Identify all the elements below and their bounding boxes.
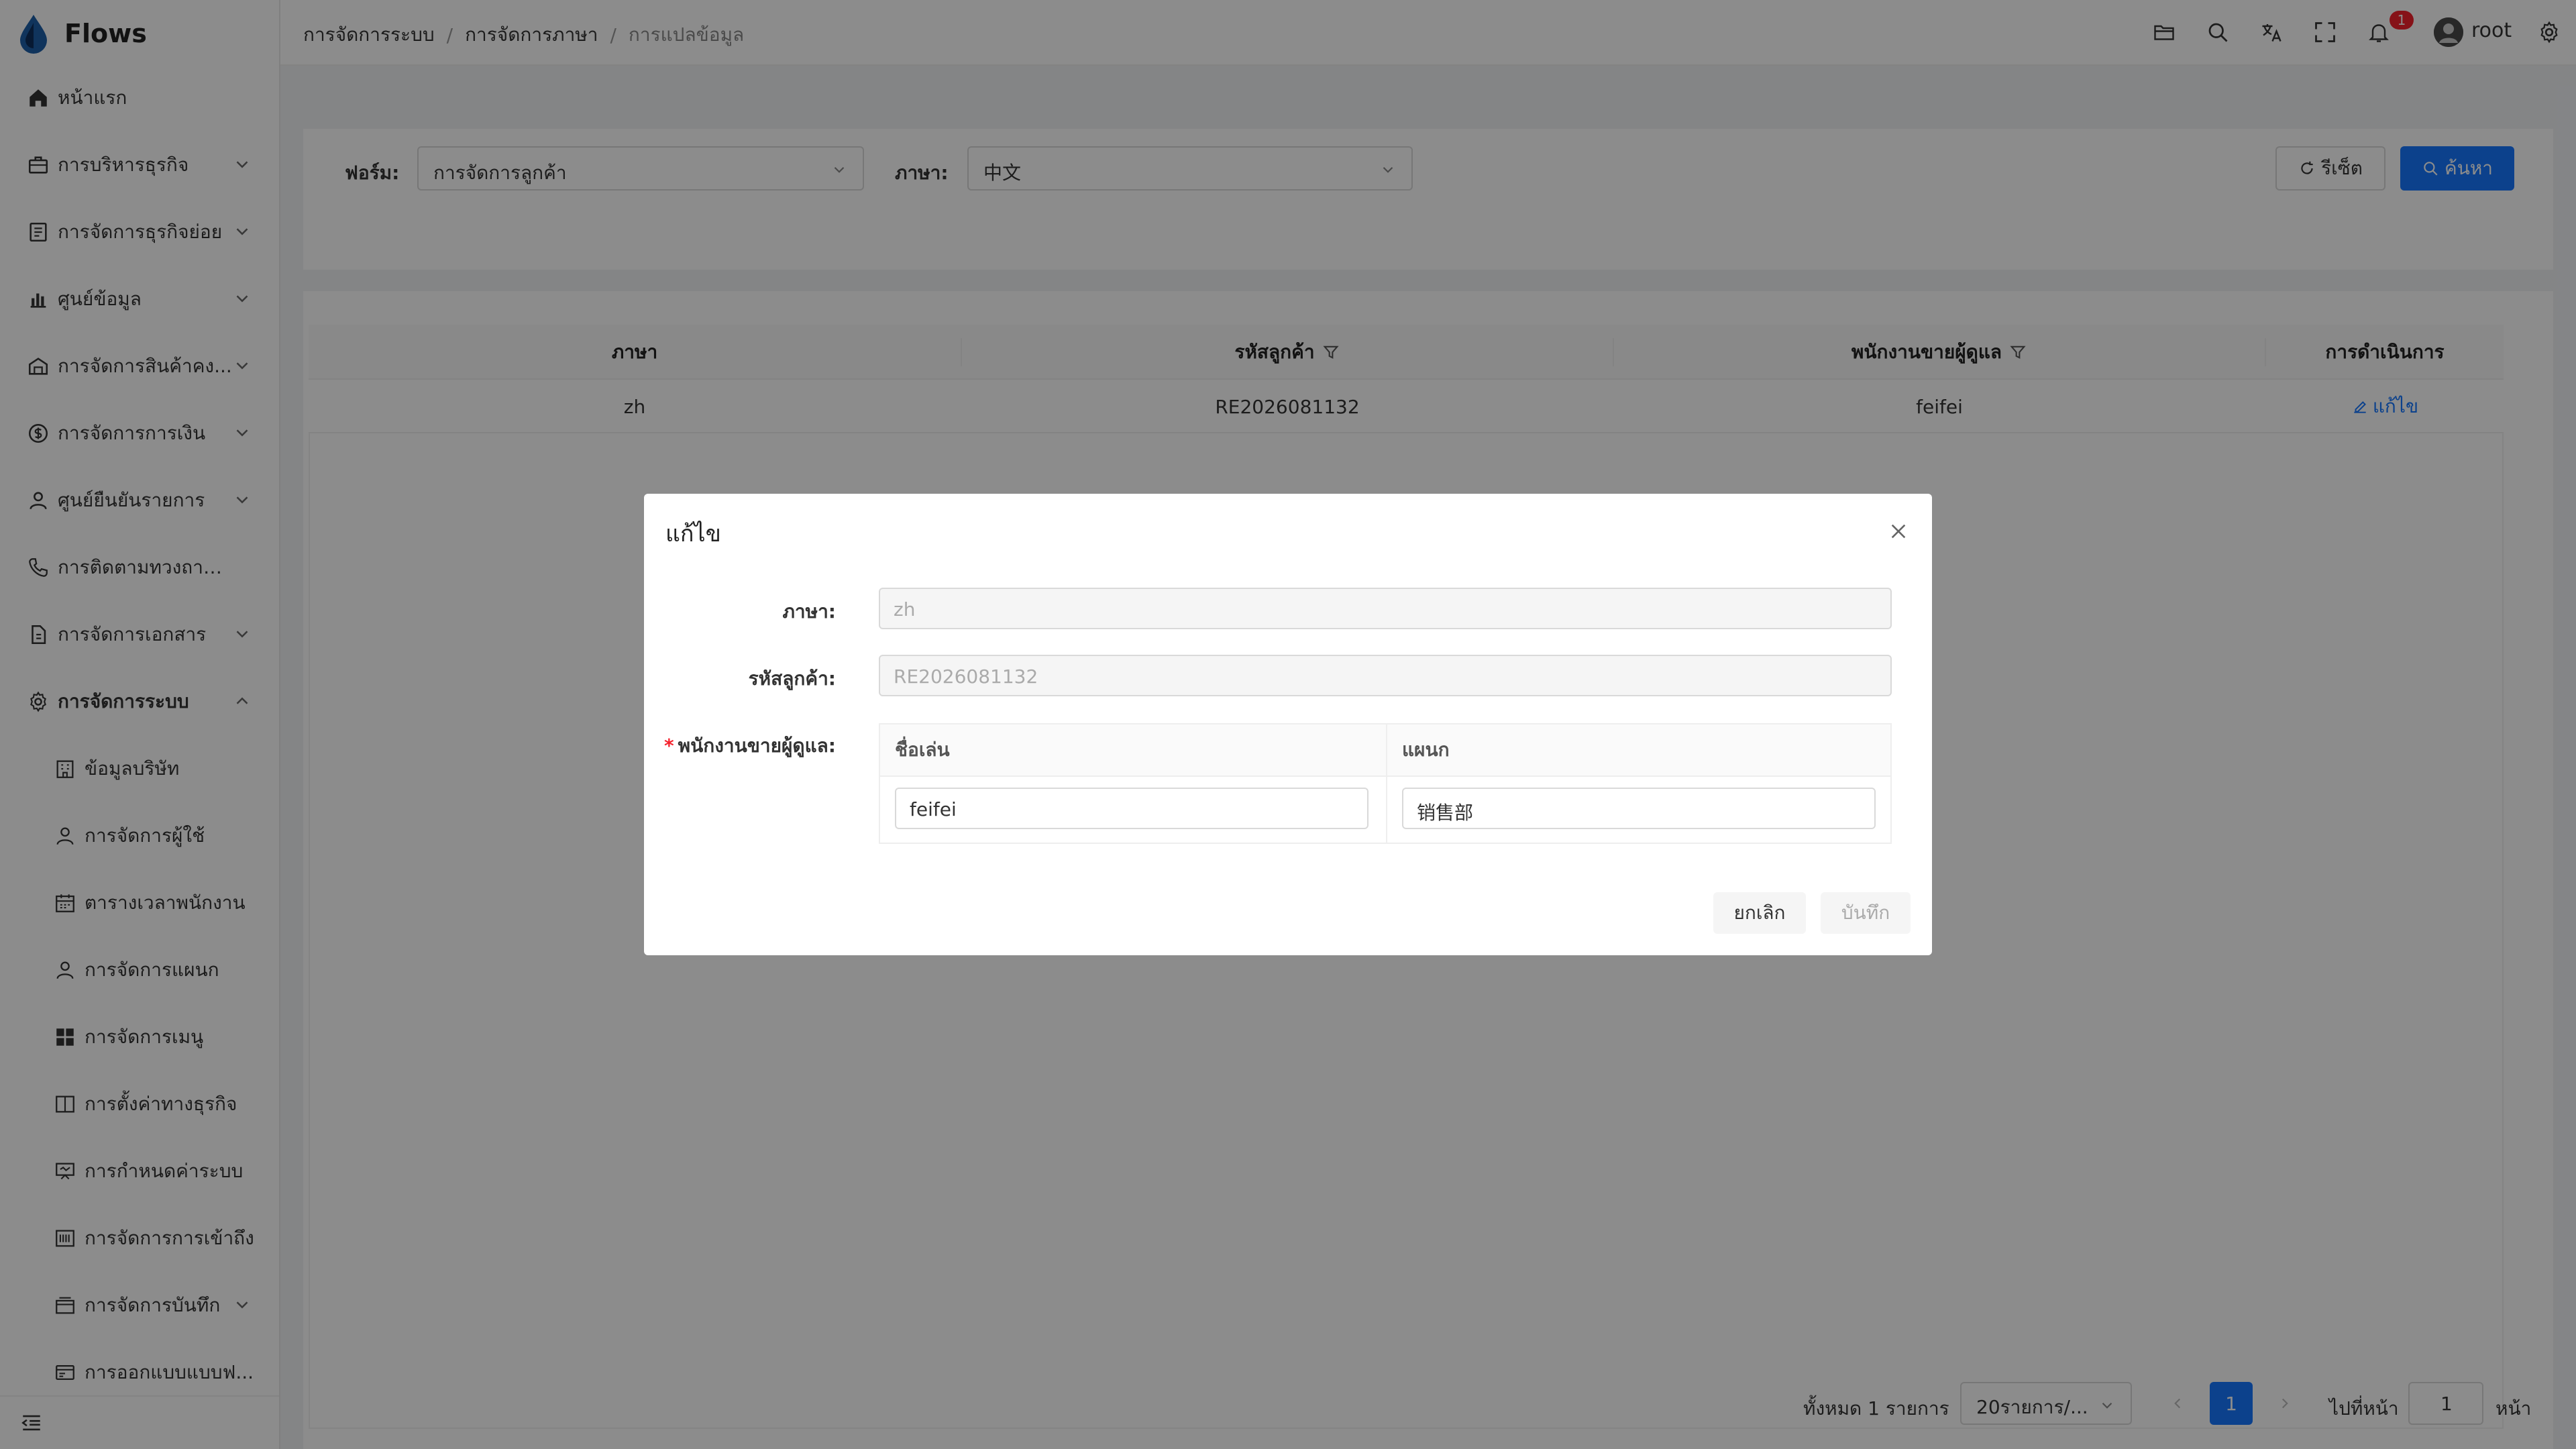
close-icon[interactable] bbox=[1888, 521, 1909, 542]
sales-subtable: ชื่อเล่น แผนก feifei 销售部 bbox=[879, 723, 1892, 844]
nickname-input-value: feifei bbox=[910, 798, 957, 820]
edit-modal: แก้ไข ภาษา: zh รหัสลูกค้า: RE2026081132 … bbox=[644, 494, 1932, 955]
subtable-header-department: แผนก bbox=[1387, 724, 1890, 777]
language-field: zh bbox=[879, 588, 1892, 629]
cancel-button-label: ยกเลิก bbox=[1733, 902, 1786, 924]
cancel-button[interactable]: ยกเลิก bbox=[1713, 892, 1806, 934]
department-input[interactable]: 销售部 bbox=[1402, 788, 1876, 829]
sales-field-label-text: พนักงานขายผู้ดูแล: bbox=[678, 735, 836, 757]
customer-code-field: RE2026081132 bbox=[879, 655, 1892, 696]
department-input-value: 销售部 bbox=[1417, 802, 1474, 824]
sales-field-label: * พนักงานขายผู้ดูแล: bbox=[657, 731, 836, 761]
required-mark: * bbox=[663, 735, 674, 757]
save-button[interactable]: บันทึก bbox=[1821, 892, 1911, 934]
subtable-header-nickname: ชื่อเล่น bbox=[880, 724, 1386, 777]
language-field-label: ภาษา: bbox=[782, 600, 836, 623]
customer-code-field-value: RE2026081132 bbox=[894, 665, 1038, 688]
language-field-value: zh bbox=[894, 598, 916, 621]
save-button-label: บันทึก bbox=[1841, 902, 1890, 924]
nickname-input[interactable]: feifei bbox=[895, 788, 1368, 829]
modal-title: แก้ไข bbox=[665, 521, 721, 547]
customer-code-field-label: รหัสลูกค้า: bbox=[748, 667, 836, 690]
subtable-divider bbox=[1386, 724, 1387, 843]
